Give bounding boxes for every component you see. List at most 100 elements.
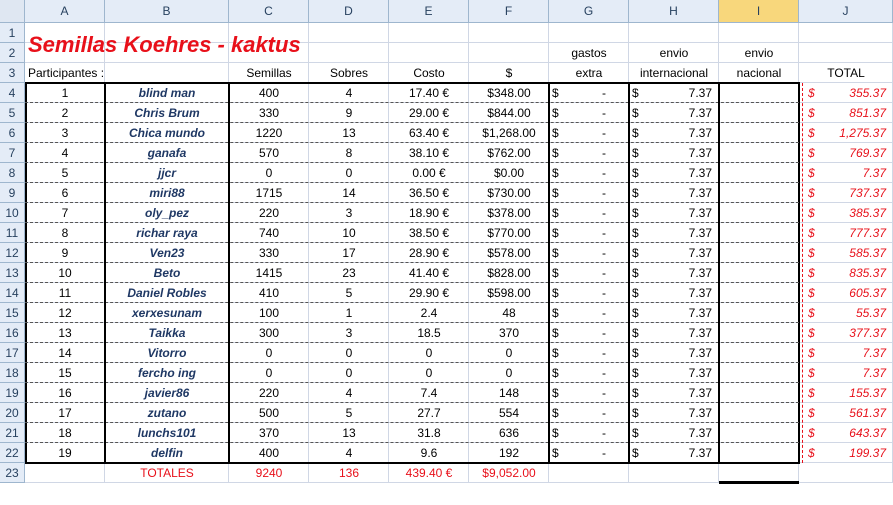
- grid-cell[interactable]: [719, 323, 799, 343]
- row-header[interactable]: 6: [0, 123, 25, 143]
- header-g: extra: [575, 66, 603, 80]
- grid-cell[interactable]: [719, 303, 799, 323]
- total-value: 377.37: [849, 326, 886, 340]
- envelopes-count: 5: [345, 406, 353, 420]
- grid-cell[interactable]: [389, 23, 469, 43]
- dash-value: -: [602, 326, 606, 340]
- grid-cell[interactable]: [719, 263, 799, 283]
- column-header-c[interactable]: C: [229, 0, 309, 23]
- total-cost: 439.40 €: [405, 466, 453, 480]
- row-header[interactable]: 7: [0, 143, 25, 163]
- grid-cell[interactable]: [719, 343, 799, 363]
- column-header-g[interactable]: G: [549, 0, 629, 23]
- grid-cell[interactable]: [719, 443, 799, 463]
- grid-cell[interactable]: [469, 23, 549, 43]
- column-header-i[interactable]: I: [719, 0, 799, 23]
- grid-cell[interactable]: [719, 423, 799, 443]
- seeds-count: 1715: [255, 186, 283, 200]
- grid-cell[interactable]: [719, 123, 799, 143]
- grid-cell[interactable]: [719, 403, 799, 423]
- total-value: 737.37: [849, 186, 886, 200]
- grid-cell[interactable]: [719, 103, 799, 123]
- grid-cell[interactable]: [799, 23, 893, 43]
- grid-cell[interactable]: [719, 463, 799, 483]
- grid-cell[interactable]: [719, 183, 799, 203]
- row-header[interactable]: 15: [0, 303, 25, 323]
- row-total: $835.37: [799, 263, 893, 283]
- grid-cell[interactable]: [719, 163, 799, 183]
- extra-cost: $ -: [549, 83, 629, 103]
- grid-cell[interactable]: [719, 283, 799, 303]
- grid-cell[interactable]: [799, 43, 893, 63]
- envelopes-count: 0: [345, 346, 353, 360]
- grid-cell[interactable]: [719, 243, 799, 263]
- dash-value: -: [602, 266, 606, 280]
- total-value: 155.37: [849, 386, 886, 400]
- column-header-a[interactable]: A: [25, 0, 105, 23]
- grid-cell[interactable]: [469, 43, 549, 63]
- column-header-e[interactable]: E: [389, 0, 469, 23]
- row-header[interactable]: 20: [0, 403, 25, 423]
- grid-cell[interactable]: [719, 143, 799, 163]
- envelopes-count: 4: [345, 386, 353, 400]
- row-header[interactable]: 2: [0, 43, 25, 63]
- grid-cell[interactable]: [719, 203, 799, 223]
- row-header[interactable]: 23: [0, 463, 25, 483]
- column-header-h[interactable]: H: [629, 0, 719, 23]
- row-header[interactable]: 11: [0, 223, 25, 243]
- row-header[interactable]: 10: [0, 203, 25, 223]
- column-header-f[interactable]: F: [469, 0, 549, 23]
- row-header[interactable]: 4: [0, 83, 25, 103]
- row-total: $385.37: [799, 203, 893, 223]
- column-header-j[interactable]: J: [799, 0, 893, 23]
- row-header[interactable]: 14: [0, 283, 25, 303]
- row-total: $585.37: [799, 243, 893, 263]
- grid-cell[interactable]: [799, 463, 893, 483]
- grid-cell[interactable]: [309, 43, 389, 63]
- dash-value: -: [602, 386, 606, 400]
- grid-cell[interactable]: [309, 23, 389, 43]
- row-header[interactable]: 21: [0, 423, 25, 443]
- cost-value: 63.40 €: [408, 126, 450, 140]
- grid-cell[interactable]: [719, 223, 799, 243]
- currency-symbol: $: [808, 426, 815, 440]
- row-header[interactable]: 16: [0, 323, 25, 343]
- grid-cell[interactable]: [719, 23, 799, 43]
- currency-symbol: $: [808, 306, 815, 320]
- column-header-b[interactable]: B: [105, 0, 229, 23]
- grid-cell[interactable]: [549, 463, 629, 483]
- spreadsheet[interactable]: Semillas Koehres - kaktus ABCDEFGHIJ1234…: [0, 0, 893, 505]
- envelopes-count: 4: [345, 446, 353, 460]
- grid-cell[interactable]: [629, 463, 719, 483]
- grid-cell[interactable]: [719, 383, 799, 403]
- currency-symbol: $: [808, 366, 815, 380]
- dash-value: -: [602, 126, 606, 140]
- total-value: 7.37: [862, 366, 886, 380]
- row-header[interactable]: 18: [0, 363, 25, 383]
- row-header[interactable]: 17: [0, 343, 25, 363]
- row-header[interactable]: 12: [0, 243, 25, 263]
- grid-cell[interactable]: [719, 363, 799, 383]
- row-header[interactable]: 13: [0, 263, 25, 283]
- row-header[interactable]: 9: [0, 183, 25, 203]
- grid-cell[interactable]: [629, 23, 719, 43]
- row-header[interactable]: 19: [0, 383, 25, 403]
- grid-cell[interactable]: [549, 23, 629, 43]
- row-header[interactable]: 1: [0, 23, 25, 43]
- row-total: $7.37: [799, 163, 893, 183]
- international-shipping: $7.37: [629, 143, 719, 163]
- cost-value: 7.4: [420, 386, 438, 400]
- select-all-corner[interactable]: [0, 0, 25, 23]
- row-header[interactable]: 5: [0, 103, 25, 123]
- international-shipping: $7.37: [629, 443, 719, 463]
- grid-cell[interactable]: [25, 463, 105, 483]
- row-total: $561.37: [799, 403, 893, 423]
- row-header[interactable]: 3: [0, 63, 25, 83]
- grid-cell[interactable]: [389, 43, 469, 63]
- grid-cell[interactable]: [719, 83, 799, 103]
- usd-value: 148: [498, 386, 520, 400]
- row-header[interactable]: 22: [0, 443, 25, 463]
- dash-value: -: [602, 186, 606, 200]
- column-header-d[interactable]: D: [309, 0, 389, 23]
- row-header[interactable]: 8: [0, 163, 25, 183]
